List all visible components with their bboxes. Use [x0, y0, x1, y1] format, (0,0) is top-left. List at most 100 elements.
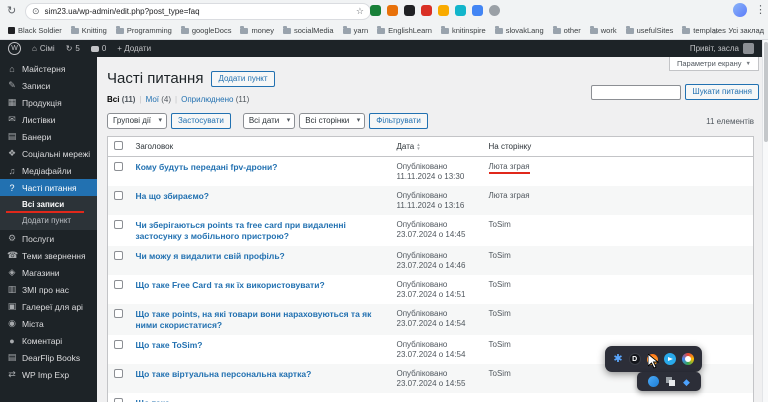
sidebar-item-press[interactable]: ▥ ЗМІ про нас [0, 281, 97, 298]
bulk-actions-select[interactable]: Групові дії [107, 113, 167, 129]
post-title-link[interactable]: Що таке points, на які товари вони нарах… [136, 309, 385, 331]
search-button[interactable]: Шукати питання [685, 84, 759, 100]
sidebar-item-comments[interactable]: ● Коментарі [0, 332, 97, 349]
sidebar-item-cities[interactable]: ◉ Міста [0, 315, 97, 332]
post-title-link[interactable]: Що таке Free Card та як їх використовува… [136, 280, 325, 291]
sidebar-item-dashboard[interactable]: ⌂ Майстерня [0, 60, 97, 77]
row-checkbox[interactable] [114, 251, 123, 260]
bookmark-item[interactable]: knitinspire [440, 25, 486, 35]
apply-button[interactable]: Застосувати [170, 113, 231, 129]
refresh-icon[interactable]: ↻ [7, 4, 16, 18]
sidebar-item-faq[interactable]: ? Часті питання [0, 179, 97, 196]
sidebar-item-wpimpexp[interactable]: ⇄ WP Imp Exp [0, 366, 97, 383]
bookmark-item[interactable]: Knitting [70, 25, 107, 35]
adminbar-updates[interactable]: ↻ 5 [66, 44, 80, 53]
extension-icon[interactable] [387, 5, 398, 16]
column-title[interactable]: Заголовок [129, 136, 391, 157]
bookmark-label: templates [693, 26, 726, 35]
extension-icon[interactable] [404, 5, 415, 16]
bookmark-item[interactable]: templates [682, 25, 726, 35]
post-title-link[interactable]: Що таке ToSim? [136, 340, 203, 351]
telegram-app-icon[interactable] [663, 353, 676, 365]
add-item-button[interactable]: Додати пункт [211, 70, 275, 87]
bookmark-item[interactable]: money [240, 25, 274, 35]
diamond-app-icon[interactable]: ◆ [683, 377, 690, 387]
bookmark-item[interactable]: yarn [342, 25, 368, 35]
browser-menu-icon[interactable]: ⋮ [755, 3, 766, 16]
sidebar-item-galleries[interactable]: ▣ Галереї для арі [0, 298, 97, 315]
sidebar-item-media[interactable]: ♫ Медіафайли [0, 162, 97, 179]
view-all-link[interactable]: Всі (11) [107, 95, 135, 104]
filter-button[interactable]: Фільтрувати [369, 113, 428, 129]
sidebar-item-banners[interactable]: ▤ Банери [0, 128, 97, 145]
row-checkbox[interactable] [114, 162, 123, 171]
wordpress-logo-icon[interactable]: W [8, 42, 21, 55]
sidebar-item-products[interactable]: ▦ Продукція [0, 94, 97, 111]
blue-app-icon[interactable] [648, 376, 660, 387]
view-published-link[interactable]: Оприлюднено (11) [181, 95, 249, 104]
sidebar-item-postcards[interactable]: ✉ Листівки [0, 111, 97, 128]
row-checkbox[interactable] [114, 309, 123, 318]
bookmarks-overflow-icon[interactable]: » [713, 26, 718, 36]
asterisk-app-icon[interactable]: ✱ [613, 353, 622, 365]
sidebar-item-dearflip[interactable]: ▤ DearFlip Books [0, 349, 97, 366]
submenu-all-posts[interactable]: Всі записи [0, 198, 97, 211]
browser-app-icon[interactable] [681, 353, 694, 365]
sidebar-item-stores[interactable]: ◈ Магазини [0, 264, 97, 281]
adminbar-site-name[interactable]: ⌂ Сімі [32, 44, 55, 53]
row-checkbox[interactable] [114, 191, 123, 200]
row-checkbox[interactable] [114, 220, 123, 229]
row-checkbox[interactable] [114, 398, 123, 402]
submenu-add-item[interactable]: Додати пункт [0, 214, 97, 227]
row-checkbox[interactable] [114, 340, 123, 349]
scrollbar[interactable] [762, 40, 768, 402]
address-bar[interactable]: ⊙ sim23.ua/wp-admin/edit.php?post_type=f… [25, 3, 371, 20]
sidebar-item-topics[interactable]: ☎ Теми звернення [0, 247, 97, 264]
windows-stack-icon[interactable] [666, 376, 676, 387]
greeting-label[interactable]: Привіт, засла [690, 44, 739, 53]
extensions-puzzle-icon[interactable] [489, 5, 500, 16]
post-title-link[interactable]: Кому будуть передані fpv-дрони? [136, 162, 278, 173]
post-title-link[interactable]: Чи зберігаються points та free card при … [136, 220, 385, 242]
screen-options-button[interactable]: Параметри екрану ▼ [668, 57, 759, 71]
post-title-link[interactable]: Що таке… [136, 398, 179, 402]
bookmark-item[interactable]: socialMedia [282, 25, 334, 35]
pages-filter-select[interactable]: Всі сторінки [299, 113, 366, 129]
sidebar-item-posts[interactable]: ✎ Записи [0, 77, 97, 94]
bookmark-item[interactable]: googleDocs [180, 25, 231, 35]
row-checkbox[interactable] [114, 280, 123, 289]
bookmark-item[interactable]: usefulSites [625, 25, 673, 35]
browser-profile-avatar[interactable] [733, 3, 747, 17]
sidebar-item-social[interactable]: ❖ Соціальні мережі [0, 145, 97, 162]
adminbar-comments[interactable]: 0 [90, 44, 106, 53]
extension-icon[interactable] [370, 5, 381, 16]
post-title-link[interactable]: На що збираємо? [136, 191, 210, 202]
extension-icon[interactable] [421, 5, 432, 16]
select-all-checkbox[interactable] [114, 141, 123, 150]
post-title-link[interactable]: Що таке віртуальна персональна картка? [136, 369, 312, 380]
adminbar-new-button[interactable]: + Додати [117, 44, 151, 53]
scrollbar-thumb[interactable] [764, 42, 768, 142]
post-title-link[interactable]: Чи можу я видалити свій профіль? [136, 251, 285, 262]
extension-icon[interactable] [438, 5, 449, 16]
bookmark-item[interactable]: work [589, 25, 617, 35]
search-input[interactable] [591, 84, 682, 100]
bookmark-item[interactable]: EnglishLearn [377, 25, 432, 35]
bookmark-star-icon[interactable]: ☆ [356, 7, 364, 16]
url-text[interactable]: sim23.ua/wp-admin/edit.php?post_type=faq [45, 7, 351, 16]
folder-icon [70, 25, 79, 34]
view-mine-link[interactable]: Мої (4) [146, 95, 171, 104]
dates-filter-select[interactable]: Всі дати [242, 113, 296, 129]
extension-icon[interactable] [472, 5, 483, 16]
all-bookmarks-label[interactable]: Усі заклад [728, 26, 764, 35]
bookmark-item[interactable]: Black Soldier [8, 26, 62, 35]
bookmark-item[interactable]: Programming [115, 25, 172, 35]
column-date[interactable]: Дата ▲ ▼ [390, 136, 483, 157]
site-info-icon[interactable]: ⊙ [32, 7, 40, 16]
sidebar-item-services[interactable]: ⚙ Послуги [0, 230, 97, 247]
bookmark-item[interactable]: other [552, 25, 581, 35]
bookmark-item[interactable]: slovakLang [494, 25, 544, 35]
d-app-icon[interactable]: D [628, 353, 641, 365]
extension-icon[interactable] [455, 5, 466, 16]
row-checkbox[interactable] [114, 369, 123, 378]
